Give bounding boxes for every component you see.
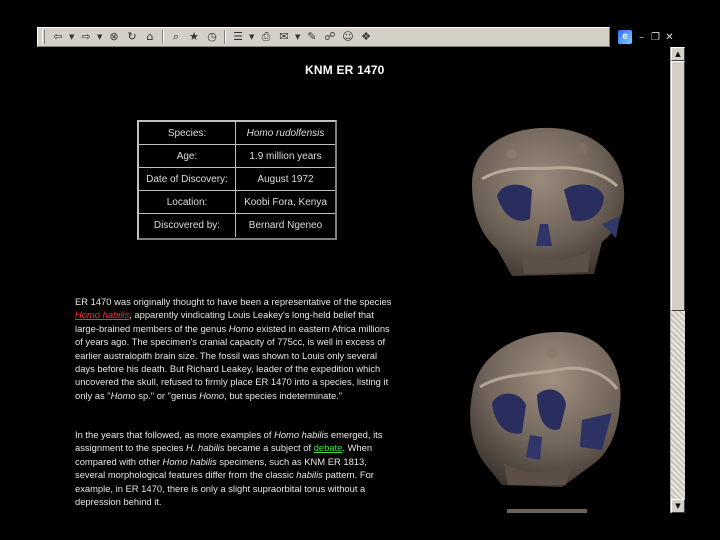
browser-toolbar: ⇦ ▼ ⇨ ▼ ⊗ ↻ ⌂ ⌕ ★ ◷ ☰ ▼ ⎙ ✉ ▼ ✎ ☍ ☺ ❖ (37, 27, 610, 47)
edit-icon[interactable]: ✎ (305, 30, 319, 44)
channels-icon[interactable]: ☰ (231, 30, 245, 44)
para-text: , but species indeterminate." (224, 389, 343, 401)
skull-front-image (472, 127, 625, 276)
messenger-icon[interactable]: ☺ (341, 30, 355, 44)
toolbar-separator (224, 30, 226, 44)
page-title: KNM ER 1470 (305, 63, 385, 77)
fact-value: Bernard Ngeneo (248, 220, 323, 231)
facts-table: Species: Homo rudolfensis Age: 1.9 milli… (137, 120, 337, 240)
mail-dropdown-icon[interactable]: ▼ (295, 33, 301, 41)
mail-icon[interactable]: ✉ (277, 30, 291, 44)
para-italic-text: Homo (110, 389, 136, 401)
fact-value: Homo rudolfensis (246, 128, 325, 139)
para-italic-text: habilis (296, 469, 323, 481)
fact-row-date: Date of Discovery: August 1972 (139, 168, 335, 191)
fact-value: August 1972 (257, 174, 314, 185)
para-text: ER 1470 was originally thought to have b… (75, 296, 392, 307)
back-icon[interactable]: ⇦ (51, 30, 65, 44)
para-text: became a subject of (224, 442, 314, 454)
para-italic-text: Homo (228, 322, 254, 334)
fact-value: Koobi Fora, Kenya (244, 197, 327, 208)
scrollbar-thumb[interactable] (671, 61, 685, 311)
homo-habilis-link[interactable]: Homo habilis (75, 309, 129, 320)
fact-value: 1.9 million years (249, 151, 322, 162)
research-icon[interactable]: ❖ (359, 30, 373, 44)
minimize-icon[interactable]: – (637, 32, 646, 43)
fact-label: Location: (139, 191, 236, 214)
scroll-up-icon[interactable]: ▲ (671, 47, 685, 61)
para-text: sp." or "genus (135, 389, 200, 401)
description-paragraph-2: In the years that followed, as more exam… (75, 428, 397, 508)
history-icon[interactable]: ◷ (205, 30, 219, 44)
scrollbar-track[interactable] (671, 311, 685, 499)
skull-partial-image (507, 509, 587, 513)
para-italic-text: H. habilis (186, 442, 225, 454)
vertical-scrollbar[interactable]: ▲ ▼ (670, 47, 685, 513)
channels-dropdown-icon[interactable]: ▼ (249, 33, 255, 41)
restore-icon[interactable]: ❐ (651, 32, 660, 43)
toolbar-separator (162, 30, 164, 44)
para-text: In the years that followed, as more exam… (75, 429, 275, 440)
description-paragraph-1: ER 1470 was originally thought to have b… (75, 295, 397, 402)
scroll-down-icon[interactable]: ▼ (671, 499, 685, 513)
para-italic-text: Homo (199, 389, 225, 401)
fact-label: Age: (139, 145, 236, 168)
para-italic-text: Homo habilis (162, 455, 217, 467)
toolbar-grip[interactable] (42, 30, 45, 44)
stop-icon[interactable]: ⊗ (107, 30, 121, 44)
para-italic-text: Homo habilis (274, 429, 329, 440)
close-icon[interactable]: ✕ (665, 32, 674, 43)
skull-oblique-image (470, 332, 621, 487)
fact-row-discoverer: Discovered by: Bernard Ngeneo (139, 214, 335, 237)
fact-row-species: Species: Homo rudolfensis (139, 122, 335, 145)
favorites-icon[interactable]: ★ (187, 30, 201, 44)
forward-icon[interactable]: ⇨ (79, 30, 93, 44)
fact-label: Species: (139, 122, 236, 145)
page-content: KNM ER 1470 Species: Homo rudolfensis Ag… (37, 47, 670, 513)
search-icon[interactable]: ⌕ (169, 30, 183, 44)
debate-link[interactable]: debate (314, 442, 343, 453)
refresh-icon[interactable]: ↻ (125, 30, 139, 44)
fact-label: Date of Discovery: (139, 168, 236, 191)
fact-row-location: Location: Koobi Fora, Kenya (139, 191, 335, 214)
fact-label: Discovered by: (139, 214, 236, 237)
window-controls: e – ❐ ✕ (612, 27, 684, 47)
discuss-icon[interactable]: ☍ (323, 30, 337, 44)
print-icon[interactable]: ⎙ (259, 30, 273, 44)
back-dropdown-icon[interactable]: ▼ (69, 33, 75, 41)
fact-row-age: Age: 1.9 million years (139, 145, 335, 168)
ie-logo-icon: e (618, 30, 632, 44)
home-icon[interactable]: ⌂ (143, 30, 157, 44)
forward-dropdown-icon[interactable]: ▼ (97, 33, 103, 41)
